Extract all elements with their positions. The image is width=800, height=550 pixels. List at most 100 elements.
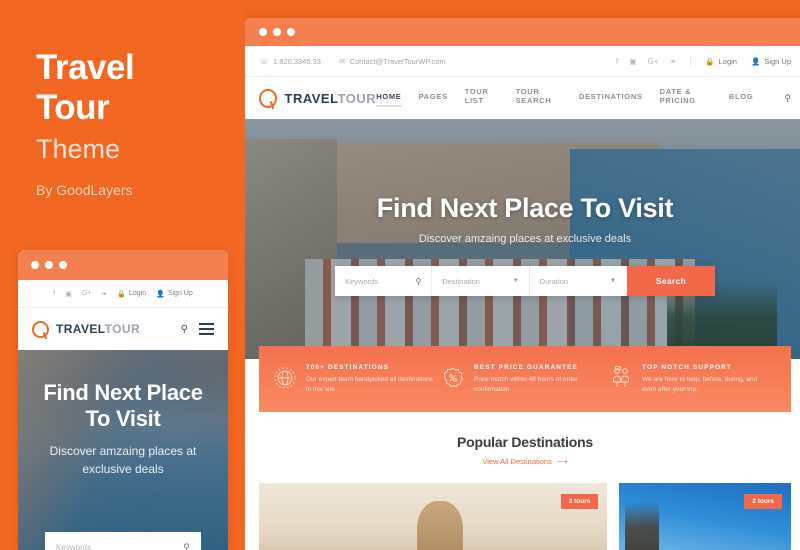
- chevron-down-icon: ▼: [610, 278, 616, 284]
- desktop-preview-mockup: ☏ 1.820.3345.33 ✉ Contact@TravelTourWP.c…: [245, 18, 800, 550]
- site-logo[interactable]: TRAVELTOUR: [285, 91, 377, 106]
- nav-item-date-pricing[interactable]: DATE & PRICING: [660, 87, 712, 109]
- card-image-dome: [417, 501, 464, 550]
- mobile-keywords-placeholder: Keywords: [56, 542, 92, 550]
- feature-destinations-text: Our expert team handpicked all destinati…: [306, 375, 433, 393]
- destination-placeholder: Destination: [442, 276, 480, 286]
- mobile-logo-text[interactable]: TRAVELTOUR: [56, 322, 140, 336]
- mobile-hero: Find Next Place To Visit Discover amzain…: [18, 350, 228, 550]
- lock-icon: 🔒: [117, 290, 126, 298]
- window-dot-close-icon[interactable]: [31, 261, 39, 269]
- login-label: Login: [718, 56, 737, 66]
- hero-subheading: Discover amzaing places at exclusive dea…: [418, 233, 632, 245]
- tours-badge: 2 tours: [744, 494, 782, 509]
- feature-price-guarantee: BEST PRICE GUARANTEE Price match within …: [441, 364, 609, 395]
- instagram-icon[interactable]: ▣: [65, 290, 72, 298]
- logo-secondary: TOUR: [337, 90, 377, 106]
- mobile-hero-subheading: Discover amzaing places at exclusive dea…: [49, 444, 197, 476]
- email-address: Contact@TravelTourWP.com: [349, 56, 446, 66]
- arrow-right-icon: ⟶: [556, 457, 568, 466]
- popular-destinations-heading: Popular Destinations: [456, 434, 594, 450]
- mobile-signup-button[interactable]: 👤 Sign Up: [156, 290, 193, 298]
- mobile-login-button[interactable]: 🔒 Login: [117, 290, 146, 298]
- twitter-icon[interactable]: ❧: [101, 290, 107, 298]
- feature-support: TOP NOTCH SUPPORT We are here to help, b…: [609, 364, 777, 395]
- nav-search-icon[interactable]: ⚲: [784, 93, 791, 104]
- feature-price-guarantee-text: Price match within 48 hours of order con…: [474, 375, 579, 393]
- nav-item-tour-list[interactable]: TOUR LIST: [465, 87, 499, 109]
- phone-icon: ☏: [259, 56, 270, 66]
- keywords-placeholder: Keywords: [345, 276, 378, 286]
- instagram-icon[interactable]: ▣: [629, 57, 637, 66]
- user-icon: 👤: [156, 290, 165, 298]
- destination-cards: 3 tours 2 tours: [245, 469, 800, 550]
- support-people-icon: [609, 365, 633, 390]
- brand-block: Travel Tour Theme By GoodLayers: [36, 48, 236, 198]
- lock-icon: 🔒: [705, 56, 715, 66]
- nav-item-blog[interactable]: BLOG: [729, 92, 753, 105]
- nav-item-destinations[interactable]: DESTINATIONS: [579, 92, 643, 105]
- mobile-header: TRAVELTOUR ⚲: [18, 308, 228, 350]
- window-dot-maximize-icon[interactable]: [287, 28, 295, 36]
- phone-block[interactable]: ☏ 1.820.3345.33: [259, 57, 321, 66]
- mobile-menu-icon[interactable]: [199, 323, 214, 335]
- mobile-titlebar: [18, 250, 228, 280]
- nav-item-tour-search[interactable]: TOUR SEARCH: [516, 87, 562, 109]
- tours-badge: 3 tours: [560, 494, 599, 509]
- keywords-input[interactable]: Keywords ⚲: [335, 266, 433, 296]
- mobile-search-icon[interactable]: ⚲: [181, 324, 188, 335]
- search-icon[interactable]: ⚲: [415, 277, 421, 286]
- phone-number: 1.820.3345.33: [273, 56, 321, 66]
- brand-title-line1: Travel: [36, 48, 135, 87]
- email-block[interactable]: ✉ Contact@TravelTourWP.com: [339, 57, 446, 66]
- nav-item-pages[interactable]: PAGES: [419, 92, 448, 105]
- window-dot-maximize-icon[interactable]: [59, 261, 67, 269]
- logo-ring-icon: [32, 320, 49, 338]
- feature-price-guarantee-title: BEST PRICE GUARANTEE: [474, 363, 578, 371]
- envelope-icon: ✉: [338, 56, 346, 66]
- duration-select[interactable]: Duration ▼: [529, 266, 627, 296]
- googleplus-icon[interactable]: G+: [648, 57, 659, 66]
- feature-support-title: TOP NOTCH SUPPORT: [642, 363, 732, 371]
- hero-section: Find Next Place To Visit Discover amzain…: [245, 119, 800, 359]
- login-button[interactable]: 🔒 Login: [705, 57, 737, 66]
- logo-ring-icon: [259, 88, 277, 108]
- view-all-label: View All Destinations: [482, 457, 552, 466]
- destination-card[interactable]: 3 tours: [259, 483, 608, 550]
- mobile-logo-secondary: TOUR: [104, 322, 141, 336]
- mobile-keywords-input[interactable]: Keywords ⚲: [45, 532, 201, 550]
- facebook-icon[interactable]: f: [53, 290, 55, 297]
- nav-item-home[interactable]: HOME: [376, 92, 402, 107]
- mobile-topbar: f ▣ G+ ❧ 🔒 Login 👤 Sign Up: [18, 280, 228, 308]
- browser-titlebar: [245, 18, 800, 46]
- search-icon[interactable]: ⚲: [183, 542, 190, 550]
- chevron-down-icon: ▼: [512, 278, 519, 284]
- facebook-icon[interactable]: f: [616, 57, 618, 66]
- twitter-icon[interactable]: ❧: [670, 57, 677, 66]
- logo-primary: TRAVEL: [284, 90, 338, 106]
- tour-search-widget: Keywords ⚲ Destination ▼ Duration ▼ Sear…: [335, 266, 715, 296]
- main-navigation: HOME PAGES TOUR LIST TOUR SEARCH DESTINA…: [376, 87, 791, 109]
- card-image-trees: [625, 501, 660, 550]
- duration-placeholder: Duration: [539, 276, 569, 286]
- site-navbar: TRAVELTOUR HOME PAGES TOUR LIST TOUR SEA…: [245, 77, 800, 119]
- view-all-destinations-link[interactable]: View All Destinations ⟶: [482, 457, 567, 466]
- signup-label: Sign Up: [764, 56, 791, 66]
- popular-destinations-section: Popular Destinations View All Destinatio…: [245, 412, 800, 550]
- discount-badge-icon: [441, 366, 465, 390]
- search-button[interactable]: Search: [626, 266, 715, 296]
- mobile-logo-primary: TRAVEL: [56, 322, 105, 336]
- googleplus-icon[interactable]: G+: [82, 290, 92, 297]
- user-icon: 👤: [750, 56, 761, 66]
- window-dot-minimize-icon[interactable]: [273, 28, 281, 36]
- destination-card[interactable]: 2 tours: [619, 483, 791, 550]
- window-dot-minimize-icon[interactable]: [45, 261, 53, 269]
- globe-icon: [273, 366, 297, 390]
- features-band: 700+ DESTINATIONS Our expert team handpi…: [259, 346, 791, 412]
- signup-button[interactable]: 👤 Sign Up: [751, 57, 791, 66]
- mobile-login-label: Login: [128, 290, 147, 297]
- feature-destinations-title: 700+ DESTINATIONS: [306, 363, 390, 371]
- window-dot-close-icon[interactable]: [259, 28, 267, 36]
- social-links: f ▣ G+ ❧: [616, 57, 690, 66]
- destination-select[interactable]: Destination ▼: [432, 266, 530, 296]
